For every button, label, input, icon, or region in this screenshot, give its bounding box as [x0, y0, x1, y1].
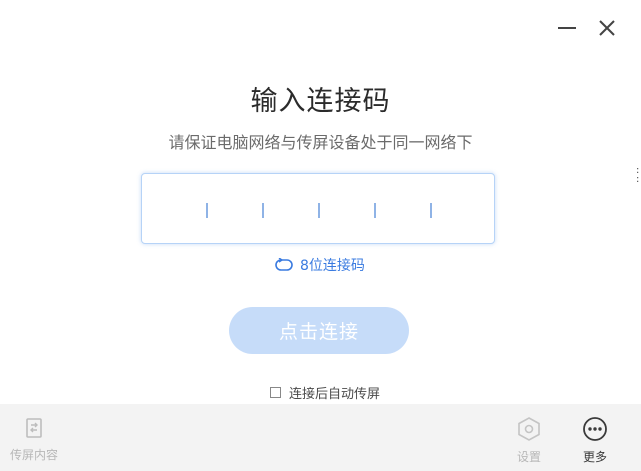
code-digit-slot[interactable] [206, 203, 208, 218]
auto-cast-label: 连接后自动传屏 [289, 386, 381, 402]
bottom-bar: 传屏内容 设置 更多 [0, 404, 641, 471]
auto-cast-checkbox[interactable] [270, 386, 281, 398]
minimize-button[interactable] [556, 17, 578, 39]
window-edge-mark: :: [636, 165, 640, 185]
cast-screen-icon [26, 418, 42, 438]
gear-hexagon-icon [518, 417, 540, 441]
code-digit-slot[interactable] [430, 203, 432, 218]
code-digit-slot[interactable] [318, 203, 320, 218]
cast-content-button[interactable]: 传屏内容 [10, 416, 58, 463]
minimize-icon [558, 27, 576, 29]
close-button[interactable] [596, 17, 618, 39]
code-length-toggle[interactable]: 8位连接码 [273, 256, 365, 274]
more-button[interactable]: 更多 [582, 416, 608, 465]
more-label: 更多 [582, 450, 607, 464]
code-digit-slot[interactable] [374, 203, 376, 218]
page-title: 输入连接码 [250, 86, 391, 117]
code-digit-slot[interactable] [262, 203, 264, 218]
auto-cast-option[interactable]: 连接后自动传屏 [270, 384, 381, 402]
connection-code-input[interactable] [141, 173, 495, 244]
code-length-label: 8位连接码 [300, 258, 365, 274]
connect-button[interactable]: 点击连接 [229, 307, 409, 354]
switch-icon [275, 258, 293, 271]
settings-button[interactable]: 设置 [516, 416, 542, 465]
more-dots-icon [583, 417, 607, 441]
page-subtitle: 请保证电脑网络与传屏设备处于同一网络下 [168, 133, 473, 152]
cast-content-label: 传屏内容 [10, 448, 59, 462]
close-icon [599, 20, 615, 36]
settings-label: 设置 [516, 450, 541, 464]
